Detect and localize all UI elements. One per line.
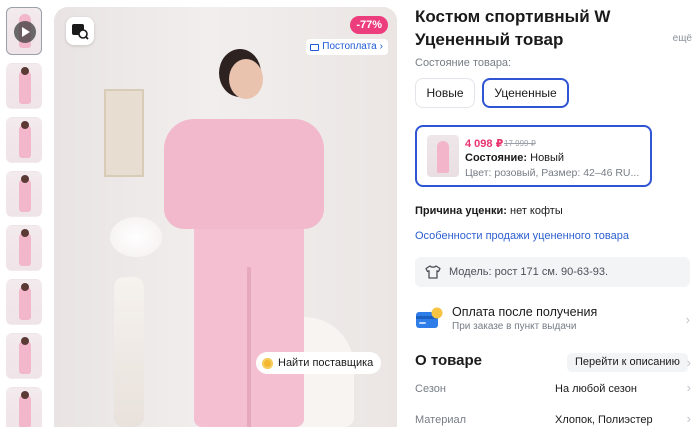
thumbnail-head <box>21 175 29 183</box>
spec-key: Материал <box>415 414 466 426</box>
condition-option-new[interactable]: Новые <box>415 78 475 108</box>
markdown-features-link[interactable]: Особенности продажи уцененного товара <box>415 230 629 242</box>
condition-option-used[interactable]: Уцененные <box>482 78 569 108</box>
markdown-reason: Причина уценки: нет кофты <box>415 205 563 217</box>
product-title: Костюм спортивный W Уцененный товар <box>415 7 611 49</box>
payment-subtitle: При заказе в пункт выдачи <box>452 321 577 332</box>
tshirt-icon <box>425 265 441 279</box>
coin-icon <box>262 357 273 369</box>
chevron-right-icon[interactable]: › <box>687 411 691 426</box>
chevron-right-icon: › <box>379 41 383 52</box>
thumbnail-image[interactable] <box>6 387 42 427</box>
offer-state-value: Новый <box>530 152 565 164</box>
offer-state: Состояние: Новый <box>465 152 564 164</box>
decor-plant <box>110 217 162 257</box>
chevron-right-icon[interactable]: › <box>687 380 691 395</box>
offer-color-size: Цвет: розовый, Размер: 42–46 RU... <box>465 167 640 179</box>
offer-state-label: Состояние: <box>465 152 528 164</box>
thumbnail-video[interactable] <box>6 7 42 55</box>
thumbnail-figure <box>19 232 31 266</box>
goto-description-button[interactable]: Перейти к описанию <box>567 353 688 372</box>
thumbnail-strip <box>6 7 42 427</box>
wall-art <box>104 89 144 177</box>
offer-old-price: 17 999 ₽ <box>504 139 536 148</box>
thumbnail-image[interactable] <box>6 333 42 379</box>
more-link[interactable]: ещё <box>673 33 692 44</box>
thumbnail-figure <box>437 141 449 173</box>
model-head <box>229 59 263 99</box>
thumbnail-image[interactable] <box>6 225 42 271</box>
image-search-icon <box>72 24 89 40</box>
offer-price: 4 098 ₽ <box>465 138 504 150</box>
find-supplier-button[interactable]: Найти поставщика <box>256 352 382 374</box>
payment-card-icon <box>416 307 443 328</box>
thumbnail-figure <box>19 70 31 104</box>
payment-title[interactable]: Оплата после получения <box>452 305 597 319</box>
thumbnail-figure <box>19 340 31 374</box>
markdown-reason-label: Причина уценки: <box>415 205 507 217</box>
thumbnail-figure <box>19 286 31 320</box>
thumbnail-image[interactable] <box>6 171 42 217</box>
postpay-badge[interactable]: Постоплата › <box>306 39 388 55</box>
markdown-reason-value: нет кофты <box>510 205 563 217</box>
chevron-right-icon[interactable]: › <box>687 355 691 370</box>
find-supplier-label: Найти поставщика <box>278 357 374 369</box>
play-icon <box>14 21 36 43</box>
model-info-box: Модель: рост 171 см. 90-63-93. <box>415 257 690 287</box>
offer-thumbnail <box>427 135 459 177</box>
thumbnail-head <box>21 337 29 345</box>
chevron-right-icon[interactable]: › <box>686 312 690 327</box>
thumbnail-image[interactable] <box>6 63 42 109</box>
thumbnail-image[interactable] <box>6 117 42 163</box>
model-info-text: Модель: рост 171 см. 90-63-93. <box>449 266 609 278</box>
spec-value: Хлопок, Полиэстер <box>555 414 653 426</box>
thumbnail-head <box>21 67 29 75</box>
goto-description-label: Перейти к описанию <box>575 356 680 368</box>
thumbnail-head <box>21 229 29 237</box>
thumbnail-head <box>21 121 29 129</box>
thumbnail-figure <box>19 124 31 158</box>
thumbnail-figure <box>19 178 31 212</box>
model-hoodie <box>164 119 324 229</box>
model-pants-seam <box>247 267 251 427</box>
main-product-image[interactable]: -77% Постоплата › Найти поставщика <box>54 7 397 427</box>
image-search-button[interactable] <box>66 17 94 45</box>
decor-stand <box>114 277 144 427</box>
about-heading: О товаре <box>415 352 483 369</box>
thumbnail-head <box>21 391 29 399</box>
discount-badge: -77% <box>350 16 388 34</box>
thumbnail-image[interactable] <box>6 279 42 325</box>
postpay-label: Постоплата <box>322 41 377 52</box>
spec-value: На любой сезон <box>555 383 637 395</box>
spec-key: Сезон <box>415 383 446 395</box>
thumbnail-head <box>21 283 29 291</box>
card-icon <box>310 43 320 51</box>
offer-card[interactable]: 4 098 ₽ 17 999 ₽ Состояние: Новый Цвет: … <box>415 125 652 187</box>
condition-label: Состояние товара: <box>415 57 512 69</box>
